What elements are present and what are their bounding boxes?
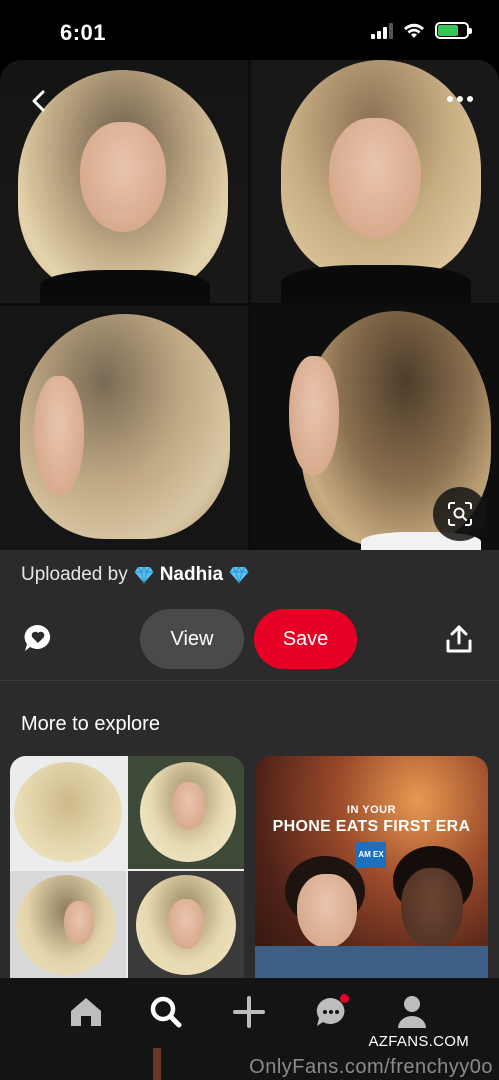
view-button[interactable]: View	[140, 609, 244, 669]
status-bar: 6:01	[0, 0, 499, 60]
tab-messages[interactable]	[311, 992, 351, 1032]
bottom-tab-bar: AZFANS.COM OnlyFans.com/frenchyy0o	[0, 978, 499, 1080]
explore-card-ad[interactable]: IN YOUR PHONE EATS FIRST ERA AM EX	[255, 756, 488, 978]
watermark-text: OnlyFans.com/frenchyy0o	[249, 1056, 493, 1078]
collage-photo	[10, 871, 126, 978]
uploader-name[interactable]: Nadhia	[160, 564, 223, 586]
ad-headline: PHONE EATS FIRST ERA	[272, 818, 471, 835]
ellipsis-icon	[447, 96, 453, 102]
tab-search[interactable]	[146, 992, 186, 1032]
comment-button[interactable]	[22, 622, 54, 654]
home-icon	[71, 998, 101, 1026]
ad-headline-small: IN YOUR	[346, 804, 397, 816]
status-time: 6:01	[60, 20, 107, 45]
uploaded-by-label: Uploaded by	[21, 564, 128, 585]
tab-profile[interactable]	[392, 992, 432, 1032]
battery-icon	[435, 22, 472, 39]
site-brand-text: AZFANS.COM	[368, 1033, 469, 1050]
tab-create[interactable]	[229, 992, 269, 1032]
gem-icon	[134, 566, 154, 584]
wifi-icon	[404, 23, 424, 38]
gem-icon	[229, 566, 249, 584]
collage-photo	[10, 756, 126, 869]
save-button[interactable]: Save	[254, 609, 357, 669]
back-button[interactable]	[22, 84, 56, 118]
divider	[0, 680, 499, 681]
collage-photo	[128, 871, 244, 978]
section-title: More to explore	[21, 713, 160, 735]
uploader-info[interactable]: Uploaded by Nadhia	[21, 564, 249, 586]
share-icon	[446, 625, 472, 653]
cellular-signal-icon	[371, 22, 393, 39]
visual-search-icon	[448, 502, 472, 526]
comment-heart-icon	[24, 624, 51, 651]
tab-home[interactable]	[66, 992, 106, 1032]
profile-icon	[398, 996, 426, 1028]
pin-image[interactable]	[0, 60, 499, 550]
search-icon	[150, 996, 182, 1028]
plus-icon	[233, 996, 265, 1028]
status-icons	[371, 22, 472, 39]
hairstyle-photo-side	[0, 306, 248, 550]
home-indicator	[153, 1048, 161, 1080]
notification-dot	[340, 994, 349, 1003]
visual-search-button[interactable]	[433, 487, 487, 541]
explore-card-hair-collage[interactable]	[10, 756, 244, 978]
share-button[interactable]	[445, 624, 473, 654]
amex-logo: AM EX	[356, 842, 386, 868]
collage-photo	[128, 756, 244, 869]
chevron-left-icon	[32, 90, 45, 112]
pin-details-panel: Uploaded by Nadhia View Save More to exp…	[0, 550, 499, 978]
more-options-button[interactable]	[443, 86, 477, 112]
